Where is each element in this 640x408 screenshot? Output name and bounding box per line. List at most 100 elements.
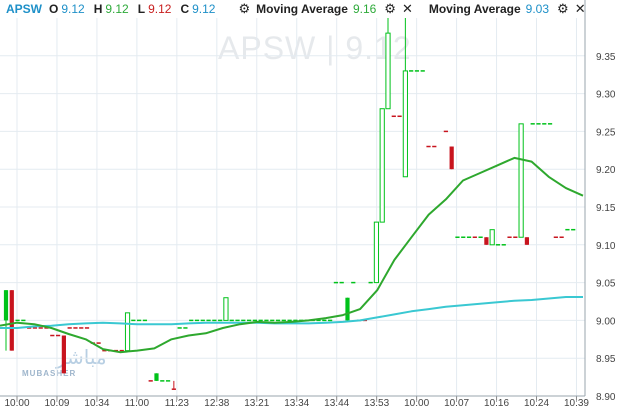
candle-body [200,319,205,322]
indicator-1-label[interactable]: Moving Average [256,2,348,16]
candle-body [478,236,483,238]
y-tick-label: 8.95 [596,354,616,365]
indicator-2-close-icon[interactable]: ✕ [575,1,586,17]
candle-body [501,244,506,246]
candle-body [489,229,495,246]
candle-body [524,237,530,245]
candle-body [397,115,402,118]
indicator-2-label[interactable]: Moving Average [429,2,521,16]
candle-body [148,380,153,382]
candle-body [536,123,541,125]
candle-body [351,281,356,284]
y-tick-label: 9.05 [596,279,616,290]
ohlc-high-value: 9.12 [105,1,129,16]
price-chart[interactable]: 8.90 8.95 9.00 9.05 9.10 9.15 9.20 9.25 9.30 9.35… [0,0,640,408]
candle-body [373,221,380,284]
candle-body [513,236,518,238]
y-tick-label: 9.30 [596,90,616,101]
candle-body [507,236,512,238]
x-tick-label: 10:34 [84,398,109,408]
y-tick-label: 9.20 [596,165,616,176]
x-tick-label: 10:09 [44,398,69,408]
candle-body [15,319,20,322]
y-tick-label: 9.10 [596,241,616,252]
ohlc-low-label: L [137,1,146,16]
candle-body [137,319,142,322]
x-tick-label: 11:23 [165,398,190,408]
x-tick-label: 10:07 [444,398,469,408]
candle-body [455,236,460,238]
x-tick-label: 10:00 [404,398,429,408]
candle-body [275,319,281,322]
indicator-1-value: 9.16 [352,1,377,16]
ohlc-close-label: C [180,1,190,16]
x-tick-label: 13:34 [284,398,309,408]
y-tick-label: 9.25 [596,127,616,138]
candle-body [443,130,448,133]
candle-body [333,281,339,284]
ohlc-high-label: H [93,1,103,16]
candle-body [229,319,234,322]
candle-body [67,327,72,329]
candle-body [258,319,263,322]
candle-body [472,236,477,238]
gear-icon[interactable]: ⚙ [238,1,250,17]
candle-body [264,319,269,322]
candle-body [177,327,182,329]
chart-header: APSW O 9.12 H 9.12 L 9.12 C 9.12 ⚙ Movin… [6,0,586,17]
ohlc-open-value: 9.12 [61,1,85,16]
x-tick-label: 11:00 [125,398,150,408]
candle-body [206,319,211,322]
candle-body [547,123,553,125]
candle-body [530,123,535,125]
candle-body [241,319,246,322]
candle-body [385,32,391,110]
candle-body [142,319,148,322]
candle-body [154,373,159,381]
indicator-1-close-icon[interactable]: ✕ [402,1,413,17]
candle-body [420,70,425,72]
candle-body [281,319,286,322]
candle-body [21,319,26,322]
candle-body [339,281,344,284]
candle-body [165,380,171,382]
x-tick-label: 10:00 [4,398,29,408]
x-tick-label: 13:44 [324,398,349,408]
candle-body [212,319,217,322]
ohlc-open-label: O [49,1,59,16]
x-tick-label: 10:16 [484,398,509,408]
candle-body [553,236,558,238]
x-tick-label: 10:24 [524,398,549,408]
candle-body [73,327,78,329]
candle-body [38,327,43,329]
candle-body [270,319,275,322]
y-tick-label: 9.15 [596,203,616,214]
x-tick-label: 10:39 [564,398,589,408]
candle-body [79,327,84,329]
candle-body [322,319,327,322]
candle-body [84,327,90,329]
candle-body [345,297,350,321]
candle-body [449,146,454,170]
candle-body [189,319,194,322]
y-tick-label: 9.00 [596,316,616,327]
candle-body [484,237,489,245]
symbol-label[interactable]: APSW [6,2,42,16]
ohlc-low-value: 9.12 [148,1,172,16]
candle-body [402,70,408,178]
x-tick-label: 12:38 [204,398,229,408]
candle-body [565,228,570,231]
y-tick-label: 9.35 [596,52,616,63]
candle-body [328,319,333,322]
candle-body [9,290,14,351]
candle-body [414,70,420,72]
indicator-1-settings-icon[interactable]: ⚙ [384,1,396,17]
candle-body [194,319,200,322]
candle-body [426,145,431,148]
candle-body [432,145,437,148]
candle-body [466,236,472,238]
indicator-2-value: 9.03 [525,1,550,16]
candle-body [50,334,55,337]
indicator-2-settings-icon[interactable]: ⚙ [557,1,569,17]
candle-body [461,236,466,238]
